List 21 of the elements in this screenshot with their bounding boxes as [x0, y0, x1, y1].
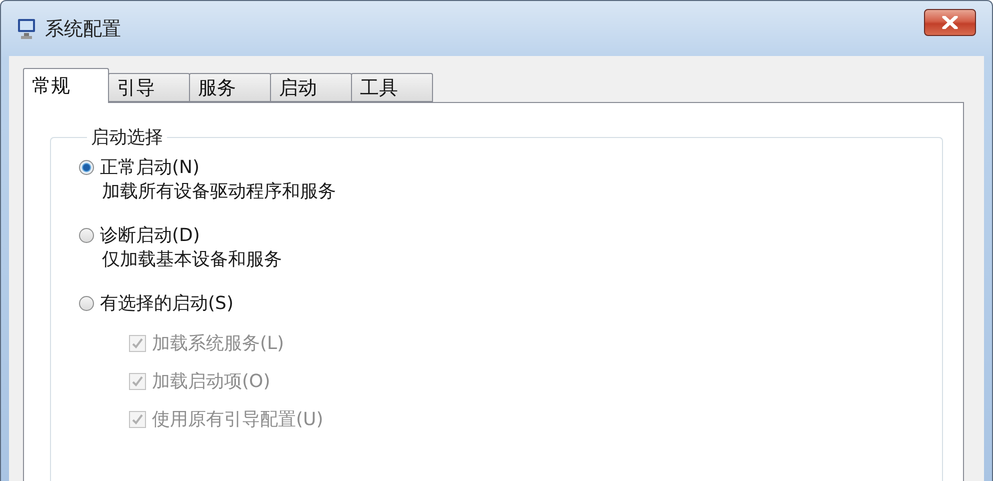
option-label: 诊断启动(D) [100, 224, 200, 247]
option-label: 有选择的启动(S) [100, 292, 234, 315]
close-icon [942, 16, 958, 29]
radio-button[interactable] [79, 160, 94, 174]
checkbox-label: 使用原有引导配置(U) [152, 408, 324, 431]
tab[interactable]: 服务 [189, 73, 271, 102]
option-description: 加载所有设备驱动程序和服务 [102, 180, 337, 203]
option-description: 仅加载基本设备和服务 [102, 248, 283, 271]
tab[interactable]: 常规 [23, 68, 109, 103]
checkbox-label: 加载启动项(O) [152, 370, 270, 393]
window-title: 系统配置 [45, 16, 122, 42]
radio-button[interactable] [79, 296, 94, 310]
tab[interactable]: 启动 [270, 73, 352, 102]
checkbox-label: 加载系统服务(L) [152, 332, 284, 355]
radio-button[interactable] [79, 228, 94, 242]
option-label: 正常启动(N) [100, 156, 200, 179]
monitor-icon [17, 18, 37, 40]
close-button[interactable] [924, 9, 976, 36]
tab[interactable]: 引导 [108, 73, 190, 102]
group-legend: 启动选择 [87, 125, 167, 149]
tab[interactable]: 工具 [351, 73, 433, 102]
